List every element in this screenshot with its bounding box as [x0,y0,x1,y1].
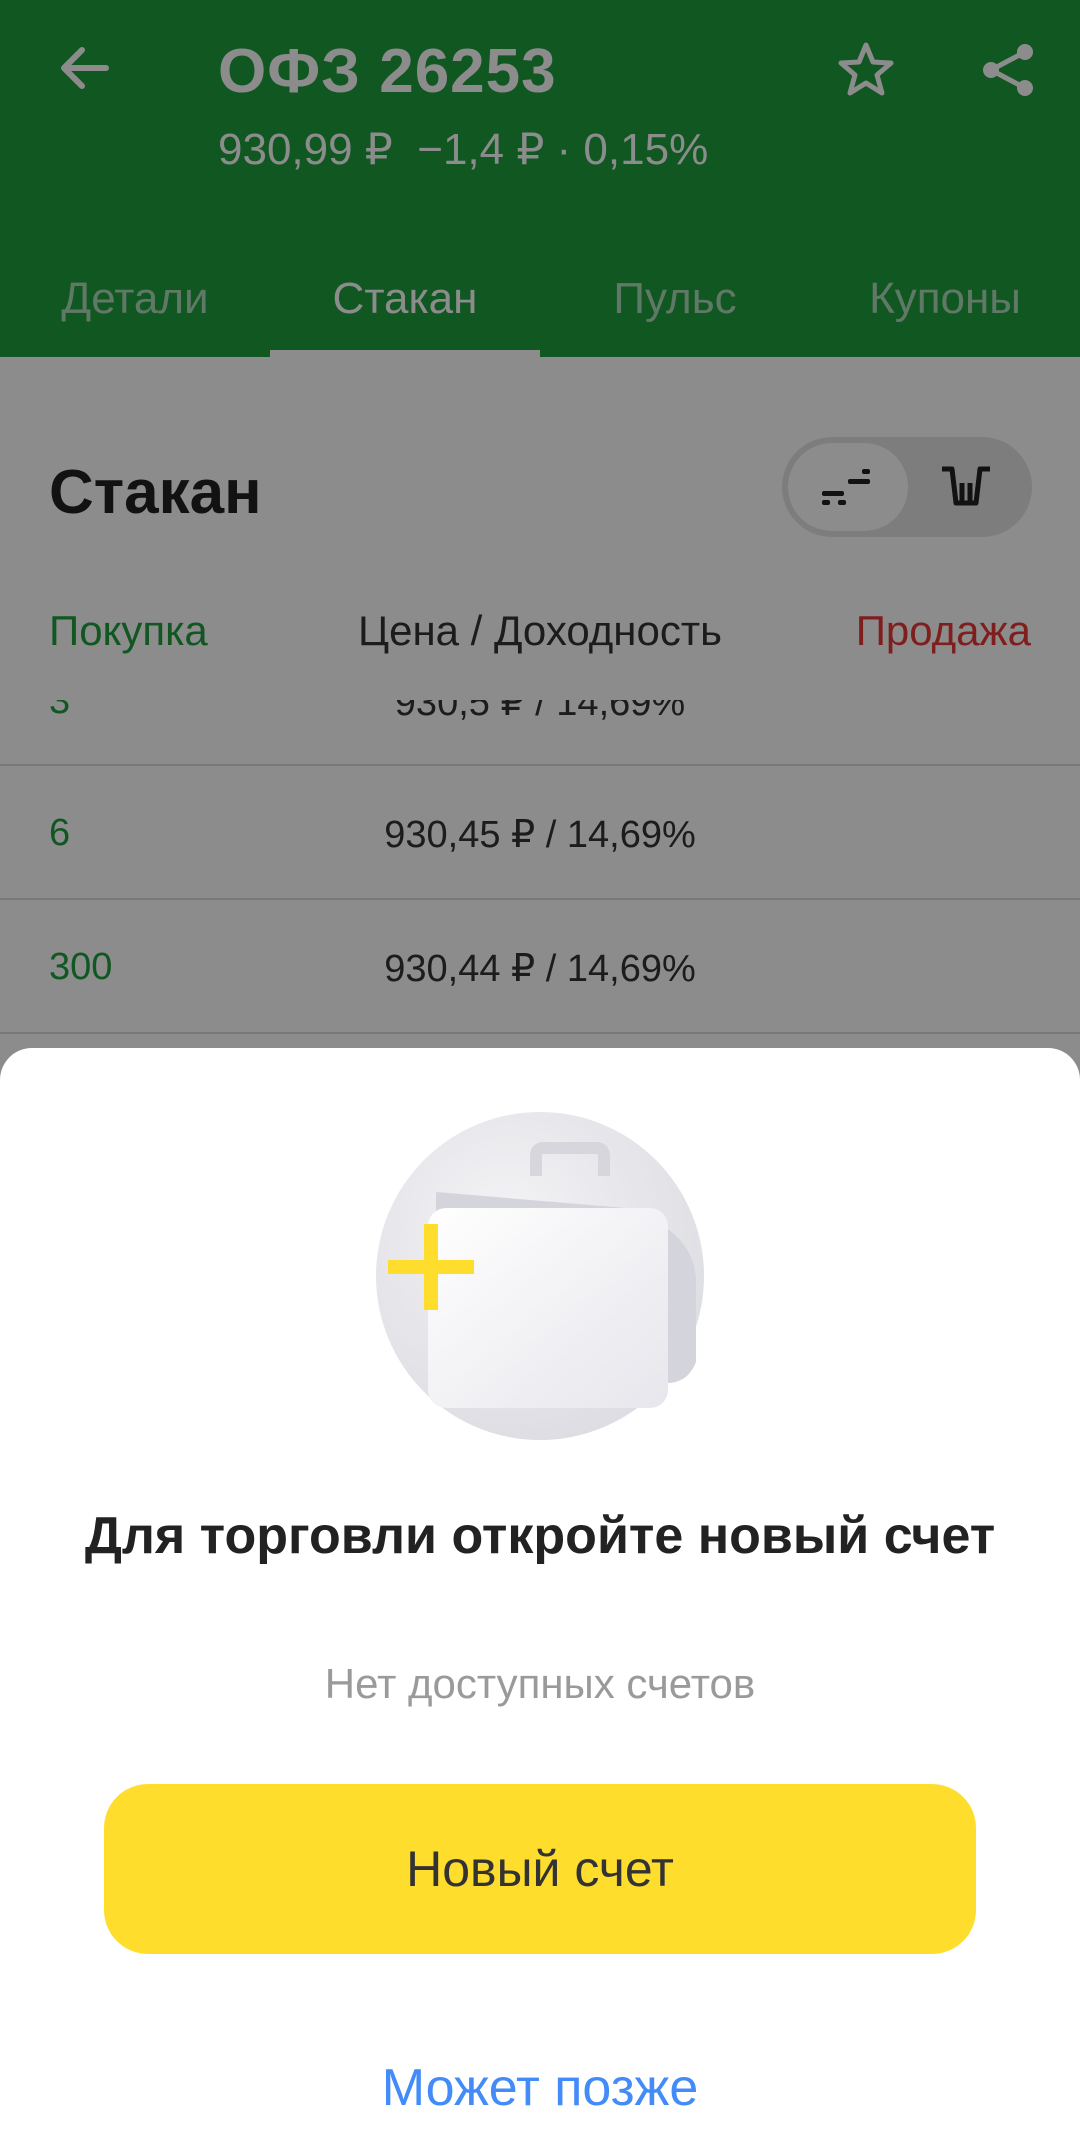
new-account-button[interactable]: Новый счет [104,1784,976,1954]
sheet-subtitle: Нет доступных счетов [324,1660,756,1707]
maybe-later-button[interactable]: Может позже [0,2058,1080,2118]
sheet-title: Для торговли откройте новый счет [84,1507,996,1565]
open-account-sheet: Для торговли откройте новый счет Нет дос… [0,1048,1080,2155]
briefcase-plus-icon [376,1112,704,1440]
